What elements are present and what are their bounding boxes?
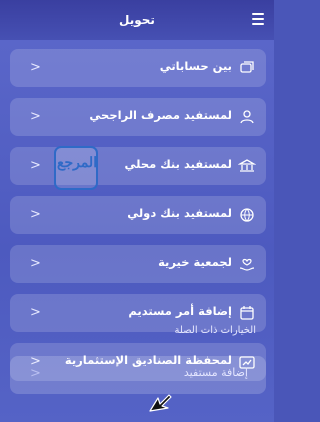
transfer-option-alrajhi-beneficiary[interactable]: لمستفيد مصرف الراجحي <: [10, 98, 266, 136]
chevron-left-icon: <: [30, 256, 41, 271]
transfer-option-label: لجمعية خيرية: [158, 255, 232, 269]
transfer-option-label: لمستفيد بنك دولي: [127, 206, 232, 220]
site-watermark-logo: المرجع: [54, 146, 98, 190]
watermark-text: المرجع: [57, 155, 98, 171]
transfer-option-between-accounts[interactable]: بين حساباتي <: [10, 49, 266, 87]
page-title: تحويل: [119, 13, 155, 27]
transfer-option-charity[interactable]: لجمعية خيرية <: [10, 245, 266, 283]
accounts-transfer-icon: [240, 61, 254, 73]
hamburger-menu-icon[interactable]: [252, 13, 264, 25]
add-beneficiary-option[interactable]: إضافة مستفيد <: [10, 356, 266, 394]
transfer-option-label: بين حساباتي: [159, 59, 232, 73]
chevron-left-icon: <: [30, 207, 41, 222]
local-bank-icon: [238, 159, 256, 172]
chevron-left-icon: <: [30, 366, 41, 381]
chevron-left-icon: <: [30, 60, 41, 75]
pointer-arrow-icon: [149, 394, 172, 412]
charity-hands-icon: [239, 258, 255, 271]
app-header: تحويل: [0, 0, 274, 40]
transfer-option-label: إضافة أمر مستديم: [128, 304, 232, 318]
chevron-left-icon: <: [30, 158, 41, 173]
standing-order-icon: [240, 306, 254, 320]
transfer-option-label: لمستفيد بنك محلي: [124, 157, 232, 171]
chevron-left-icon: <: [30, 109, 41, 124]
transfer-option-local-bank[interactable]: لمستفيد بنك محلي <: [10, 147, 266, 185]
bank-beneficiary-icon: [240, 110, 254, 124]
transfer-option-label: لمستفيد مصرف الراجحي: [89, 108, 232, 122]
transfer-option-international-bank[interactable]: لمستفيد بنك دولي <: [10, 196, 266, 234]
chevron-left-icon: <: [30, 305, 41, 320]
related-options-heading: الخيارات ذات الصلة: [174, 325, 256, 336]
international-bank-icon: [240, 208, 254, 222]
add-beneficiary-label: إضافة مستفيد: [183, 366, 248, 379]
